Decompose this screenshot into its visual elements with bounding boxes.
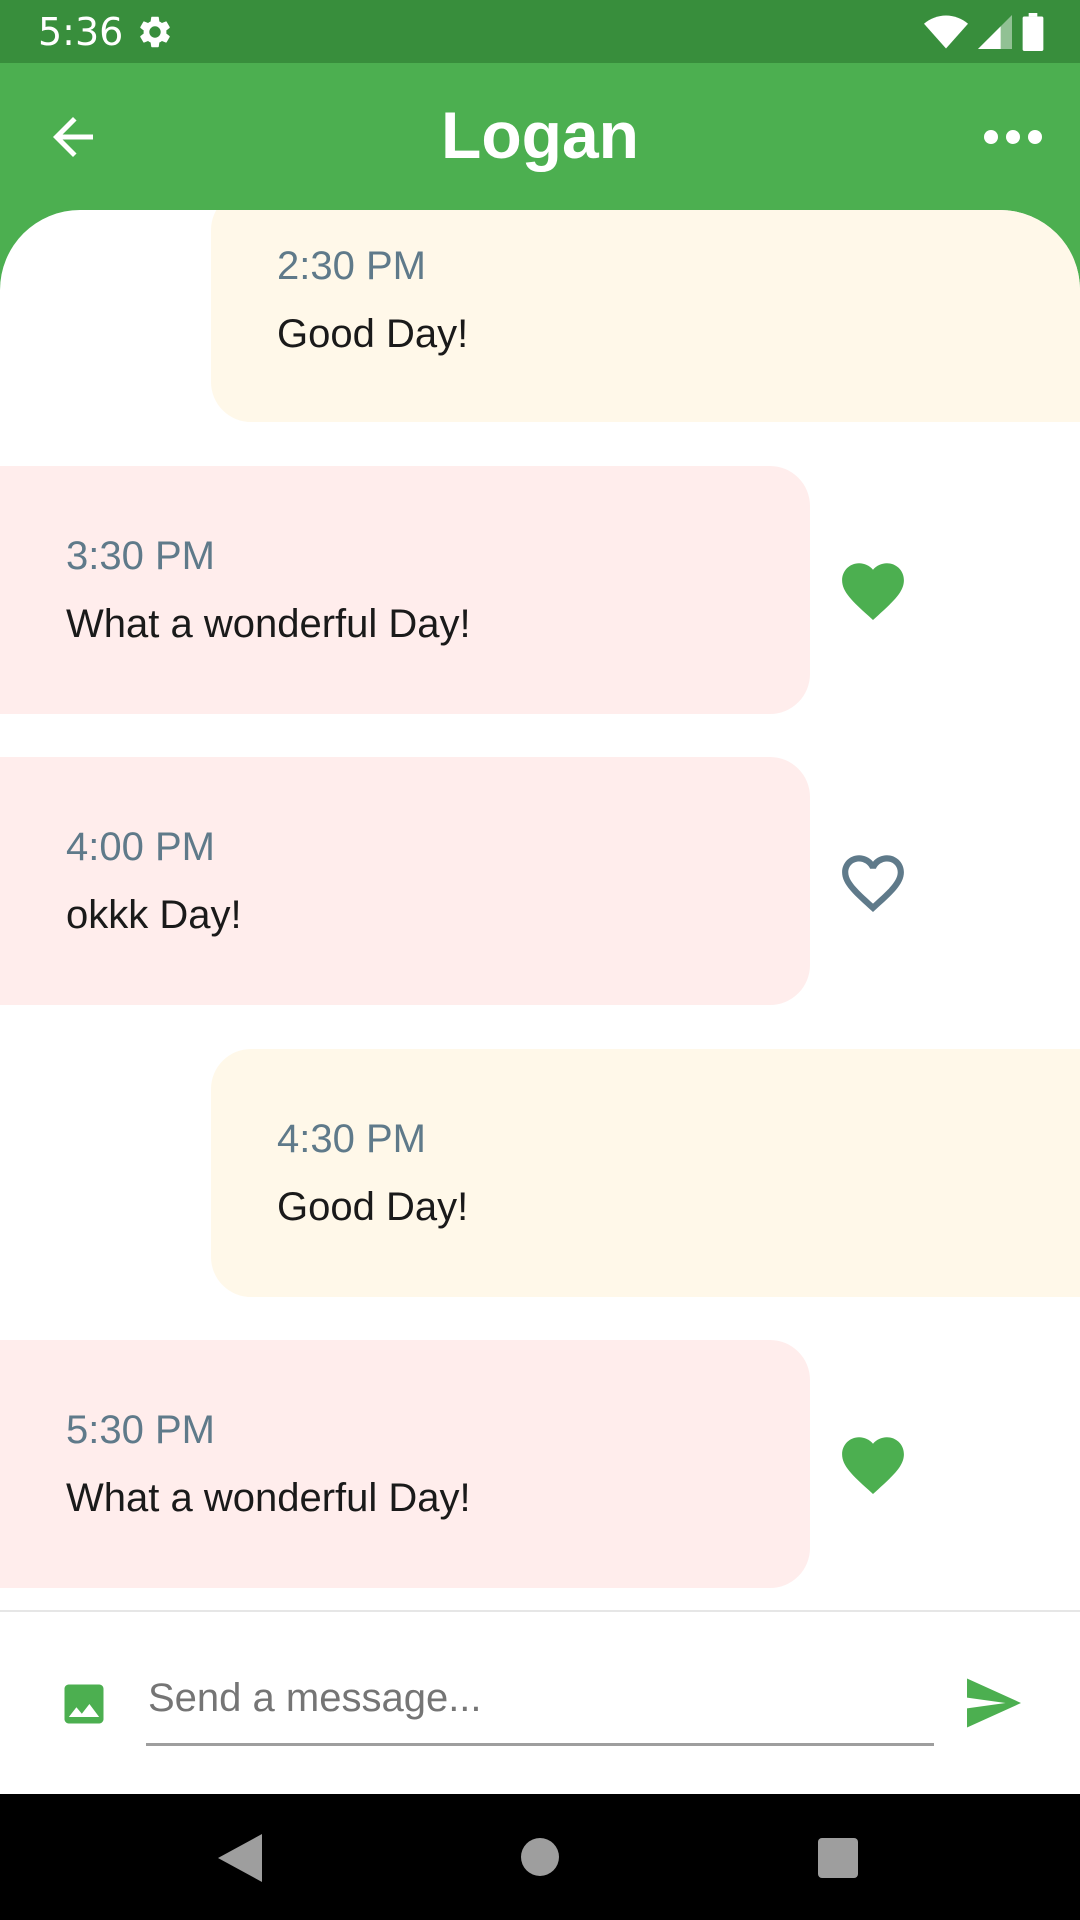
message-time: 2:30 PM [277,244,426,288]
message-text: What a wonderful Day! [66,602,471,646]
message-bubble-sent: 2:30 PM Good Day! [211,210,1080,422]
heart-filled-icon[interactable] [835,1428,911,1496]
message-bubble-received: 5:30 PM What a wonderful Day! [0,1340,810,1588]
heart-filled-icon[interactable] [835,554,911,622]
message-text: okkk Day! [66,893,242,937]
dot [1006,130,1020,144]
message-bubble-sent: 4:30 PM Good Day! [211,1049,1080,1297]
heart-outline-icon[interactable] [835,846,911,914]
wifi-icon [924,15,968,49]
signal-icon [978,15,1012,49]
nav-home-icon[interactable] [521,1838,559,1876]
status-time: 5:36 [38,10,124,54]
message-time: 4:00 PM [66,825,215,869]
message-time: 3:30 PM [66,534,215,578]
system-nav-bar [0,1794,1080,1920]
app-bar: Logan [0,63,1080,211]
message-time: 4:30 PM [277,1117,426,1161]
settings-icon [140,16,170,48]
dot [1028,130,1042,144]
nav-back-icon[interactable] [218,1834,262,1882]
status-bar: 5:36 [0,0,1080,63]
status-icons [924,12,1044,52]
image-icon[interactable] [58,1678,110,1730]
message-text: What a wonderful Day! [66,1476,471,1520]
message-input[interactable] [146,1654,934,1746]
message-time: 5:30 PM [66,1408,215,1452]
dot [984,130,998,144]
nav-recents-icon[interactable] [818,1838,858,1878]
message-bubble-received: 3:30 PM What a wonderful Day! [0,466,810,714]
message-list[interactable]: 2:30 PM Good Day! 3:30 PM What a wonderf… [0,210,1080,1610]
more-horiz-icon[interactable] [976,107,1050,167]
message-bubble-received: 4:00 PM okkk Day! [0,757,810,1005]
battery-icon [1022,13,1044,51]
message-text: Good Day! [277,1185,469,1229]
message-composer [0,1610,1080,1794]
page-title: Logan [441,98,639,172]
send-icon[interactable] [964,1676,1024,1730]
message-text: Good Day! [277,312,469,356]
